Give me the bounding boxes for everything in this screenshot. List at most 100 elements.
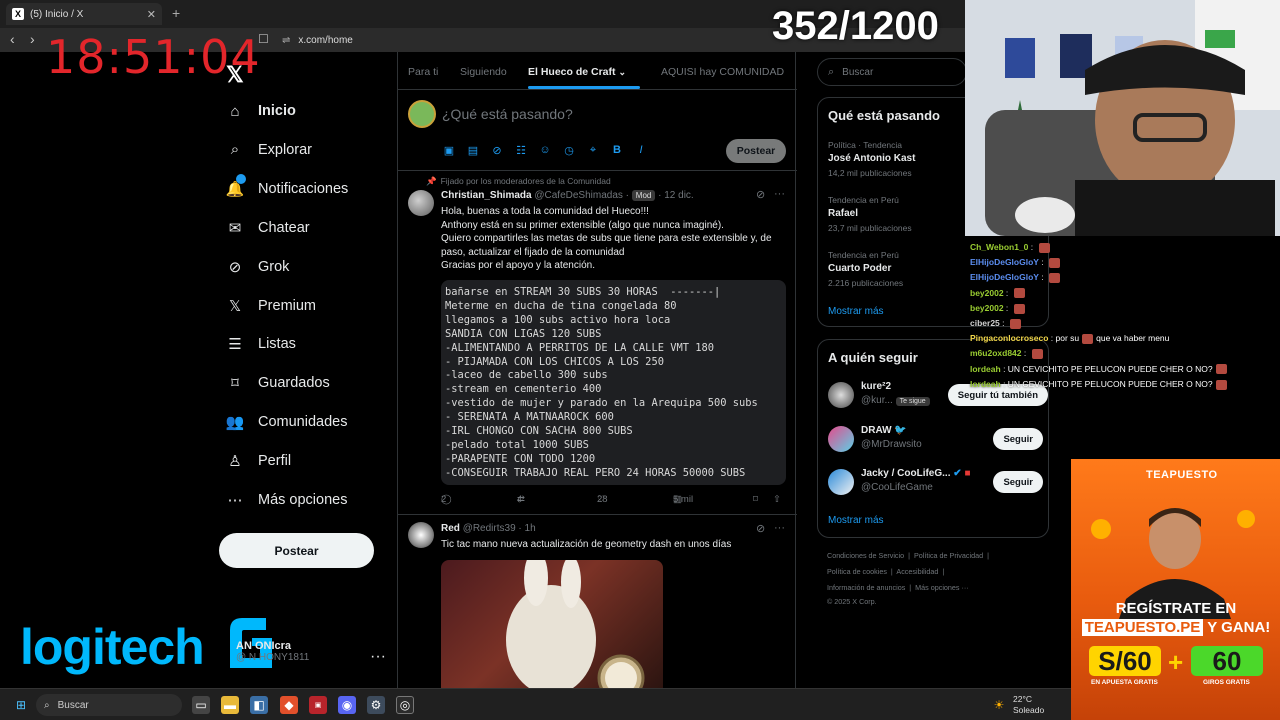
footer-link[interactable]: Información de anuncios xyxy=(827,583,905,592)
chat-username[interactable]: lordeah xyxy=(970,379,1001,389)
grok-explain-icon[interactable]: ⊘ xyxy=(756,522,765,535)
footer-link[interactable]: Condiciones de Servicio xyxy=(827,551,904,560)
avatar[interactable] xyxy=(408,522,434,548)
tweet-author[interactable]: Christian_Shimada xyxy=(441,190,532,201)
avatar[interactable] xyxy=(828,469,854,495)
tab-siguiendo[interactable]: Siguiendo xyxy=(460,66,507,78)
grok-icon[interactable]: ⊘ xyxy=(490,144,504,157)
trend-item[interactable]: Política · Tendencia José Antonio Kast 1… xyxy=(828,138,915,180)
nav-item-notificaciones[interactable]: 🔔 Notificaciones xyxy=(226,173,348,198)
discord-icon[interactable]: ◉ xyxy=(338,696,356,714)
file-explorer-icon[interactable]: ▬ xyxy=(221,696,239,714)
tab-aquisi-hay-comunidad[interactable]: AQUISI hay COMUNIDAD xyxy=(661,66,784,78)
follow-name-row[interactable]: DRAW 🐦 xyxy=(861,425,907,436)
x-logo-icon[interactable]: 𝕏 xyxy=(226,62,244,88)
grok-explain-icon[interactable]: ⊘ xyxy=(756,188,765,201)
italic-icon[interactable]: I xyxy=(634,144,648,157)
back-icon[interactable]: ‹ xyxy=(10,31,15,47)
task-view-icon[interactable]: ▭ xyxy=(192,696,210,714)
tweet-handle[interactable]: @CafeDeShimadas xyxy=(534,190,623,201)
nav-item-grok[interactable]: ⊘ Grok xyxy=(226,258,290,276)
footer-link[interactable]: Política de Privacidad xyxy=(914,551,983,560)
nav-item-explorar[interactable]: ⌕ Explorar xyxy=(226,141,312,159)
gif-icon[interactable]: ▤ xyxy=(466,144,480,157)
windows-start-icon[interactable]: ⊞ xyxy=(12,696,30,714)
nav-item-perfil[interactable]: ♙ Perfil xyxy=(226,452,291,470)
new-tab-button[interactable]: + xyxy=(172,5,180,21)
chat-username[interactable]: ElHijoDeGloGloY xyxy=(970,272,1039,282)
chat-username[interactable]: ciber25 xyxy=(970,318,1000,328)
code-line: -laceo de cabello 300 subs xyxy=(445,369,608,382)
avatar[interactable] xyxy=(408,100,436,128)
nav-item-premium[interactable]: 𝕏 Premium xyxy=(226,297,316,315)
follow-button[interactable]: Seguir xyxy=(993,428,1043,450)
site-settings-icon[interactable]: ⇌ xyxy=(282,35,290,46)
follow-suggestion[interactable]: Jacky / CooLifeG... ✔ ■ @CooLifeGame Seg… xyxy=(828,467,1043,501)
sponsor-ad[interactable]: TEAPUESTO REGÍSTRATE EN TEAPUESTO.PE Y G… xyxy=(1071,459,1280,720)
avatar[interactable] xyxy=(408,190,434,216)
trends-show-more[interactable]: Mostrar más xyxy=(828,306,884,317)
brave-browser-icon[interactable]: ◆ xyxy=(280,696,298,714)
settings-icon[interactable]: ⚙ xyxy=(367,696,385,714)
bookmark-icon: ⌑ xyxy=(231,375,239,393)
chat-username[interactable]: bey2002 xyxy=(970,288,1004,298)
tweet-image[interactable] xyxy=(441,560,663,690)
voicemod-icon[interactable]: ▣ xyxy=(309,696,327,714)
nav-item-chatear[interactable]: ✉ Chatear xyxy=(226,219,310,237)
browser-tab[interactable]: X (5) Inicio / X ✕ xyxy=(6,3,162,25)
search-input[interactable]: ⌕ Buscar xyxy=(817,58,967,86)
nav-item-inicio[interactable]: ⌂ Inicio xyxy=(226,102,295,120)
tweet-date[interactable]: 1h xyxy=(525,523,536,534)
emoji-icon[interactable]: ☺ xyxy=(538,144,552,157)
chat-username[interactable]: lordeah xyxy=(970,364,1001,374)
tweet-date[interactable]: 12 dic. xyxy=(664,190,693,201)
windows-taskbar: ⊞ ⌕ Buscar ▭ ▬ ◧ ◆ ▣ ◉ ⚙ ◎ ☀ 22°C Solead… xyxy=(0,688,1071,720)
chat-username[interactable]: bey2002 xyxy=(970,303,1004,313)
follow-show-more[interactable]: Mostrar más xyxy=(828,515,884,526)
close-tab-icon[interactable]: ✕ xyxy=(147,8,156,21)
share-icon[interactable]: ⇧ xyxy=(773,494,781,505)
follow-name[interactable]: kure²2 xyxy=(861,381,891,392)
tab-el-hueco-de-craft[interactable]: El Hueco de Craft ⌄ xyxy=(528,66,626,78)
forward-icon[interactable]: › xyxy=(30,31,35,47)
chat-username[interactable]: Pingaconlocroseco xyxy=(970,333,1048,343)
trend-item[interactable]: Tendencia en Perú Rafael 23,7 mil public… xyxy=(828,193,912,235)
image-icon[interactable]: ▣ xyxy=(442,144,456,157)
tweet-author[interactable]: Red xyxy=(441,523,460,534)
communities-icon: 👥 xyxy=(225,414,245,432)
avatar[interactable] xyxy=(828,426,854,452)
chat-username[interactable]: m6u2oxd842 xyxy=(970,348,1022,358)
compose-input[interactable]: ¿Qué está pasando? xyxy=(442,106,573,122)
taskbar-search[interactable]: ⌕ Buscar xyxy=(36,694,182,716)
footer-link[interactable]: Accesibilidad xyxy=(896,567,938,576)
obs-icon[interactable]: ◎ xyxy=(396,696,414,714)
tab-para-ti[interactable]: Para ti xyxy=(408,66,438,78)
chat-username[interactable]: ElHijoDeGloGloY xyxy=(970,257,1039,267)
account-switcher[interactable]: AN ONIcra @ N HONY1811 xyxy=(236,640,309,663)
nav-item-comunidades[interactable]: 👥 Comunidades xyxy=(225,413,348,432)
schedule-icon[interactable]: ◷ xyxy=(562,144,576,157)
nav-item-guardados[interactable]: ⌑ Guardados xyxy=(226,374,330,392)
poll-icon[interactable]: ☷ xyxy=(514,144,528,157)
store-icon[interactable]: ◧ xyxy=(250,696,268,714)
location-icon[interactable]: ⌖ xyxy=(586,144,600,157)
account-more-icon[interactable]: ··· xyxy=(370,648,386,666)
compose-post-button[interactable]: Postear xyxy=(726,139,786,163)
bold-icon[interactable]: B xyxy=(610,144,624,157)
follow-button[interactable]: Seguir xyxy=(993,471,1043,493)
tweet-more-icon[interactable]: ··· xyxy=(774,188,785,200)
footer-link[interactable]: Política de cookies xyxy=(827,567,887,576)
bookmark-icon[interactable]: ⌑ xyxy=(753,494,758,505)
chat-username[interactable]: Ch_Webon1_0 xyxy=(970,242,1028,252)
follow-suggestion[interactable]: DRAW 🐦 @MrDrawsito Seguir xyxy=(828,424,1043,458)
post-button[interactable]: Postear xyxy=(219,533,374,568)
avatar[interactable] xyxy=(828,382,854,408)
tweet-more-icon[interactable]: ··· xyxy=(774,522,785,534)
nav-item-m-s-opciones[interactable]: ⋯ Más opciones xyxy=(226,491,348,509)
trend-item[interactable]: Tendencia en Perú Cuarto Poder 2.216 pub… xyxy=(828,248,903,290)
nav-item-listas[interactable]: ☰ Listas xyxy=(226,335,296,353)
weather-widget[interactable]: 22°C Soleado xyxy=(1013,694,1044,716)
footer-link[interactable]: Más opciones ··· xyxy=(915,583,969,592)
tweet-handle[interactable]: @Redirts39 xyxy=(463,523,516,534)
follow-name-row[interactable]: Jacky / CooLifeG... ✔ ■ xyxy=(861,468,970,479)
